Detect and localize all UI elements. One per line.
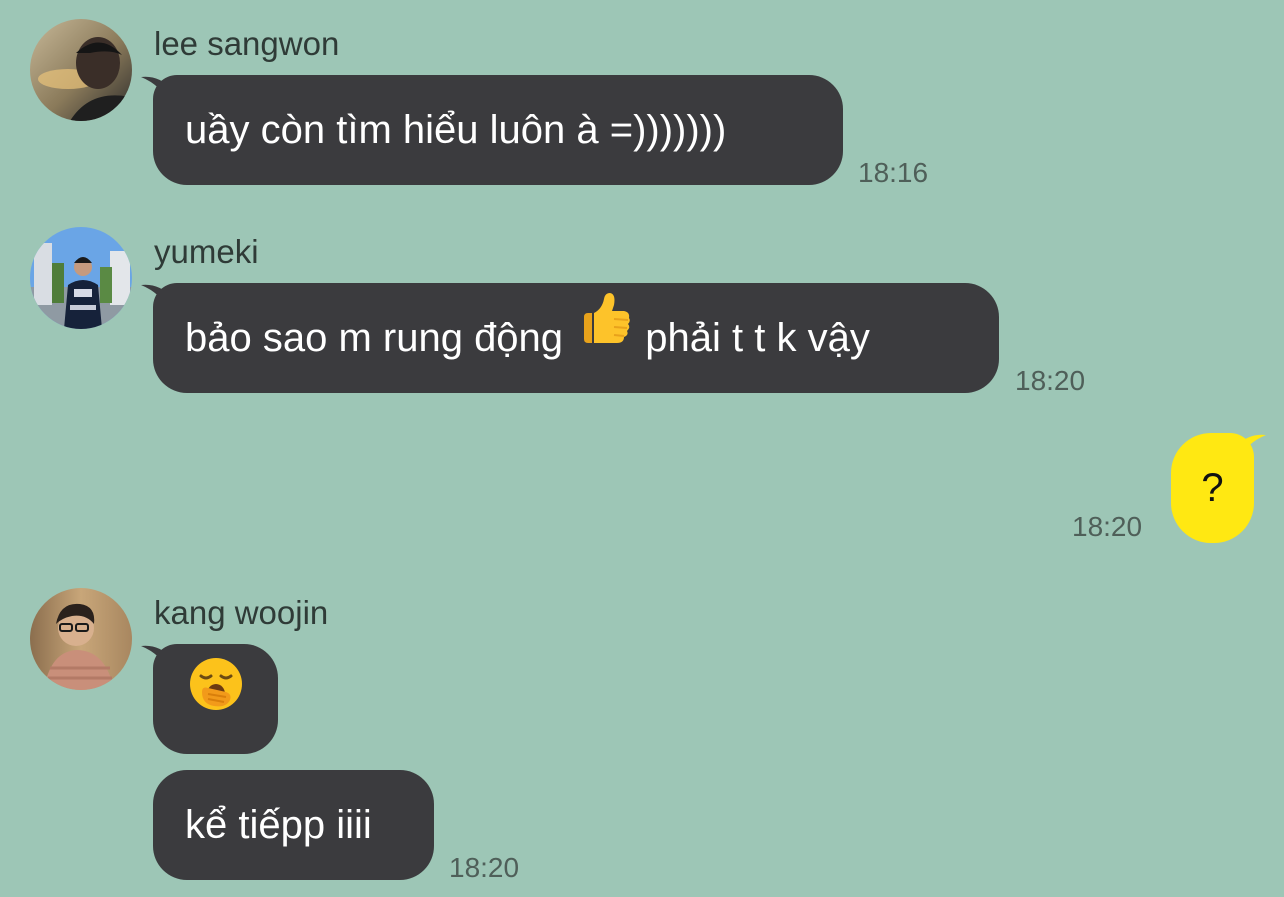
chat-window: lee sangwon uầy còn tìm hiểu luôn à =)))… <box>0 0 1284 897</box>
bubble-tail <box>141 645 171 674</box>
bubble-tail <box>141 284 171 313</box>
message-text-before-emoji: bảo sao m rung động <box>185 316 564 360</box>
message-bubble[interactable]: bảo sao m rung động phải t t k vậy <box>141 281 999 393</box>
message-time: 18:20 <box>1015 365 1086 396</box>
own-message-bubble[interactable]: ? <box>1171 433 1266 543</box>
message-time: 18:16 <box>858 157 929 188</box>
message-bubble[interactable] <box>141 644 278 754</box>
message-text: kể tiếpp iiii <box>185 803 372 847</box>
sender-name: kang woojin <box>154 594 329 631</box>
message-text-after-emoji: phải t t k vậy <box>645 316 870 360</box>
bubble-tail <box>1236 434 1266 463</box>
thumbs-up-icon <box>574 281 634 391</box>
avatar-lee-sangwon[interactable] <box>30 19 132 121</box>
message-text: uầy còn tìm hiểu luôn à =))))))) <box>185 108 727 152</box>
sender-name: lee sangwon <box>154 25 340 62</box>
message-text: ? <box>1201 466 1224 510</box>
message-bubble[interactable]: uầy còn tìm hiểu luôn à =))))))) <box>141 75 843 185</box>
avatar-yumeki[interactable] <box>30 227 132 329</box>
yawning-face-icon <box>188 644 244 754</box>
bubble-tail <box>141 76 171 105</box>
avatar-kang-woojin[interactable] <box>30 588 132 690</box>
message-time: 18:20 <box>449 852 520 883</box>
message-bubble[interactable]: kể tiếpp iiii <box>153 770 434 880</box>
message-time: 18:20 <box>1072 511 1143 542</box>
sender-name: yumeki <box>154 233 259 270</box>
